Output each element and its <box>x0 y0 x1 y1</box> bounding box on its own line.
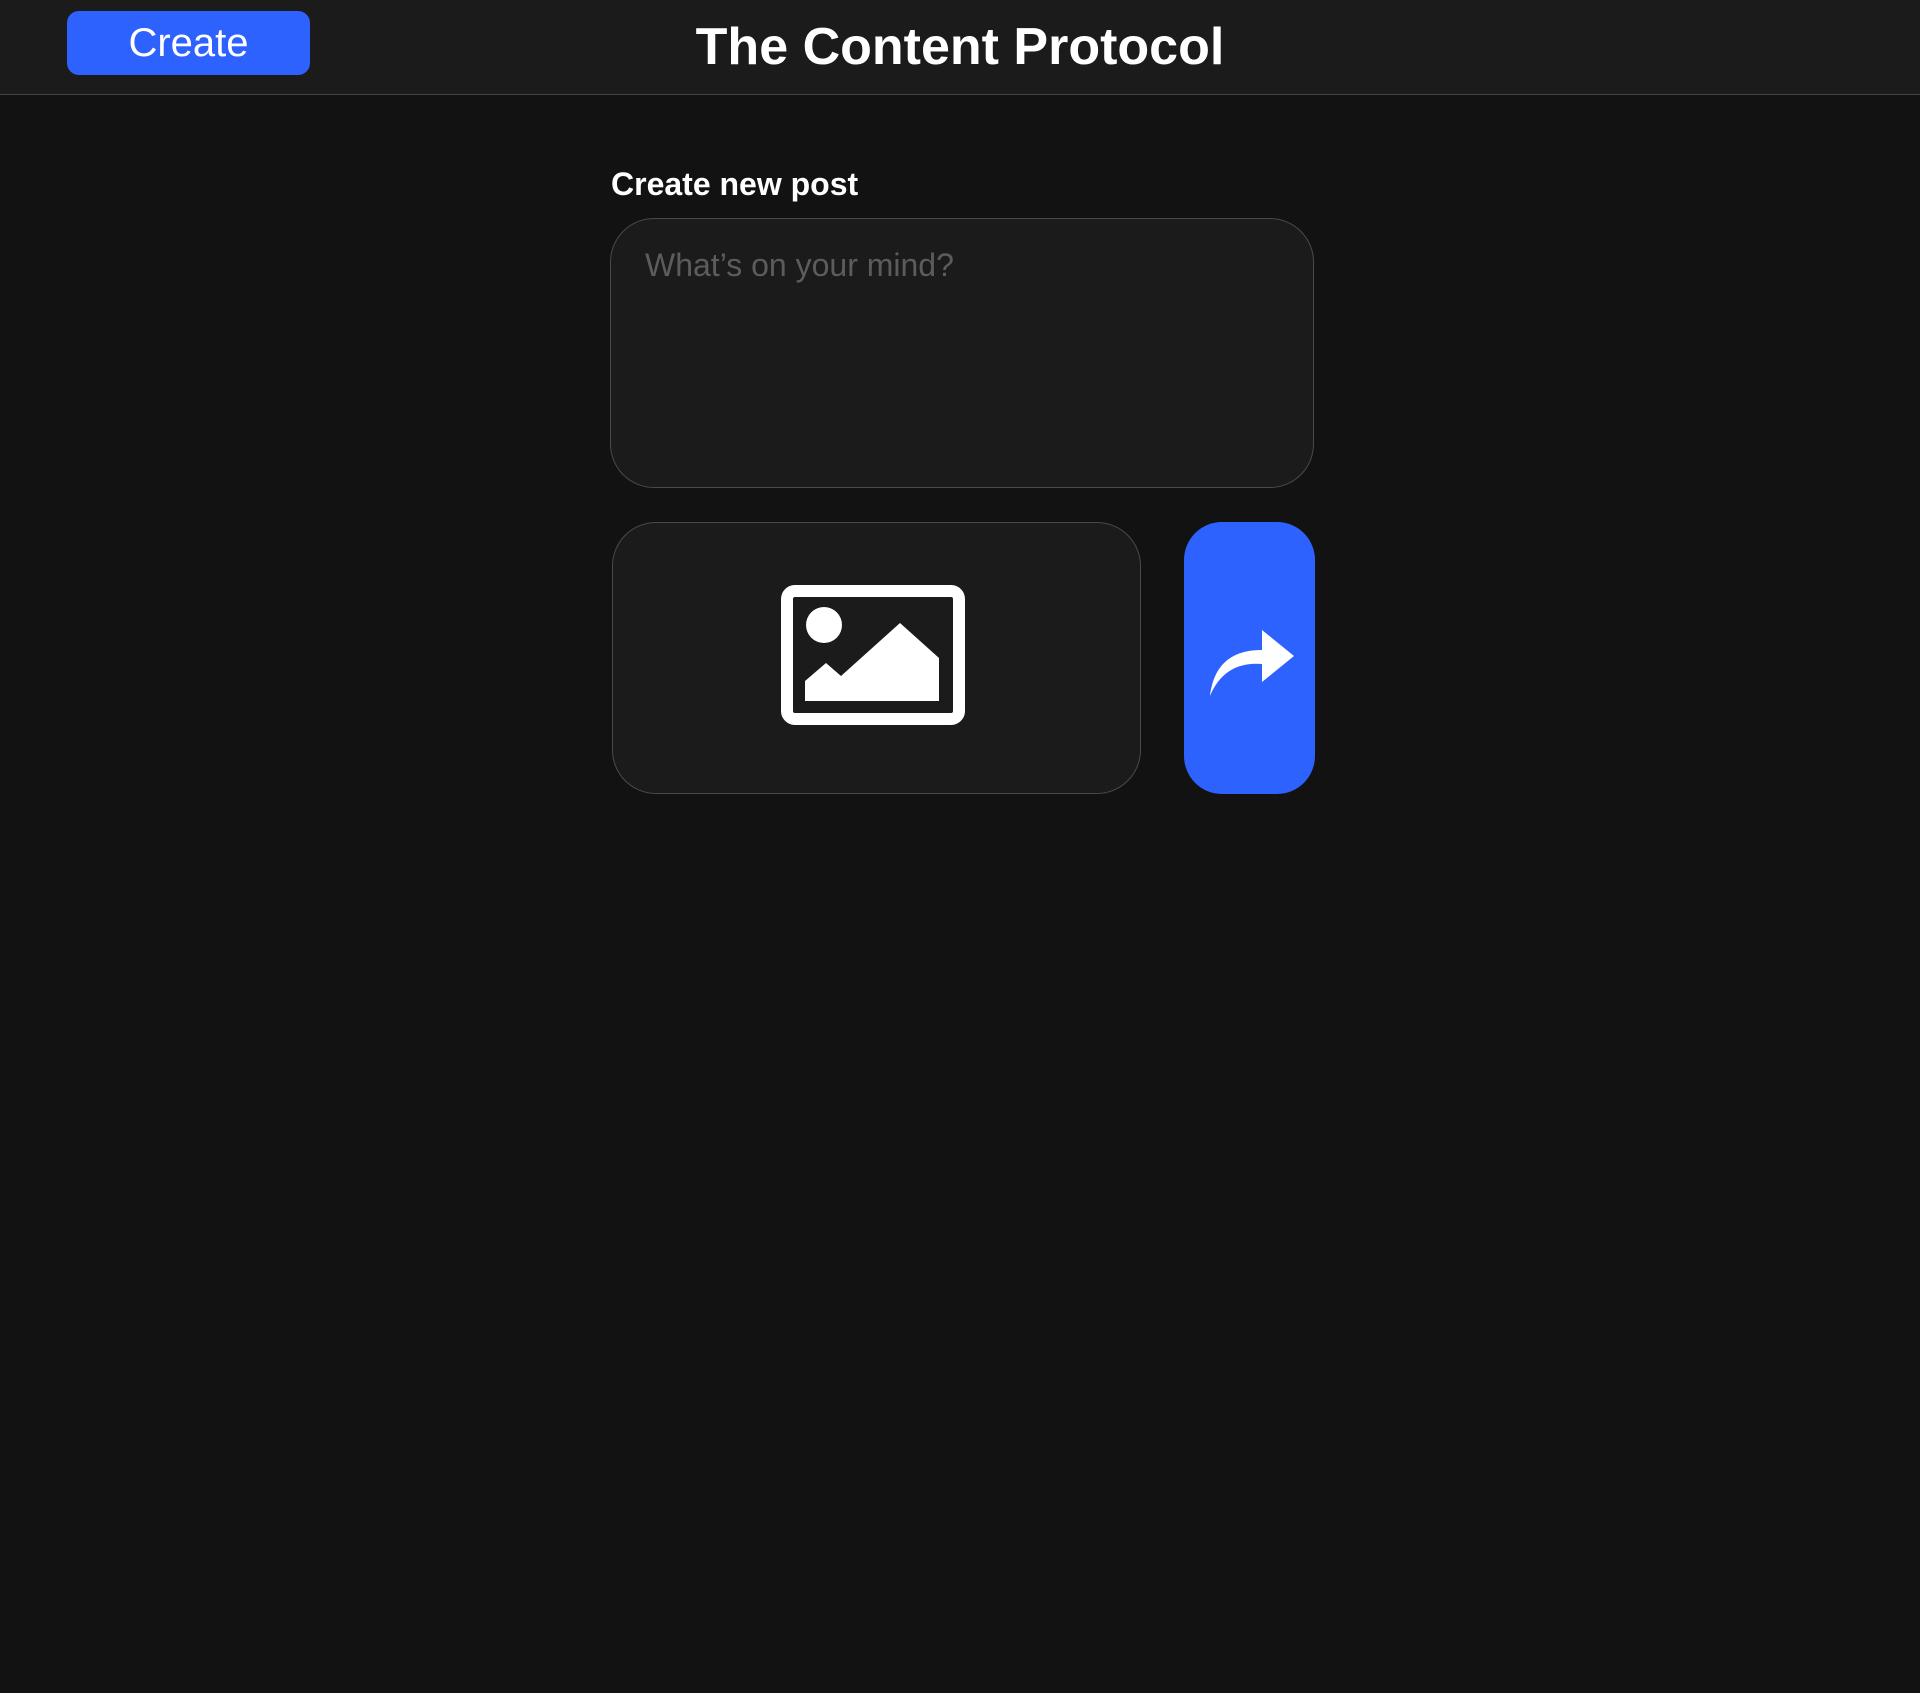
share-post-button[interactable] <box>1184 522 1315 794</box>
composer-heading: Create new post <box>611 166 859 202</box>
create-button[interactable]: Create <box>67 11 310 75</box>
add-image-button[interactable] <box>612 522 1141 794</box>
top-bar: Create The Content Protocol <box>0 0 1920 95</box>
share-arrow-icon <box>1210 630 1294 696</box>
post-text-input[interactable] <box>610 218 1314 488</box>
image-icon <box>781 585 965 725</box>
